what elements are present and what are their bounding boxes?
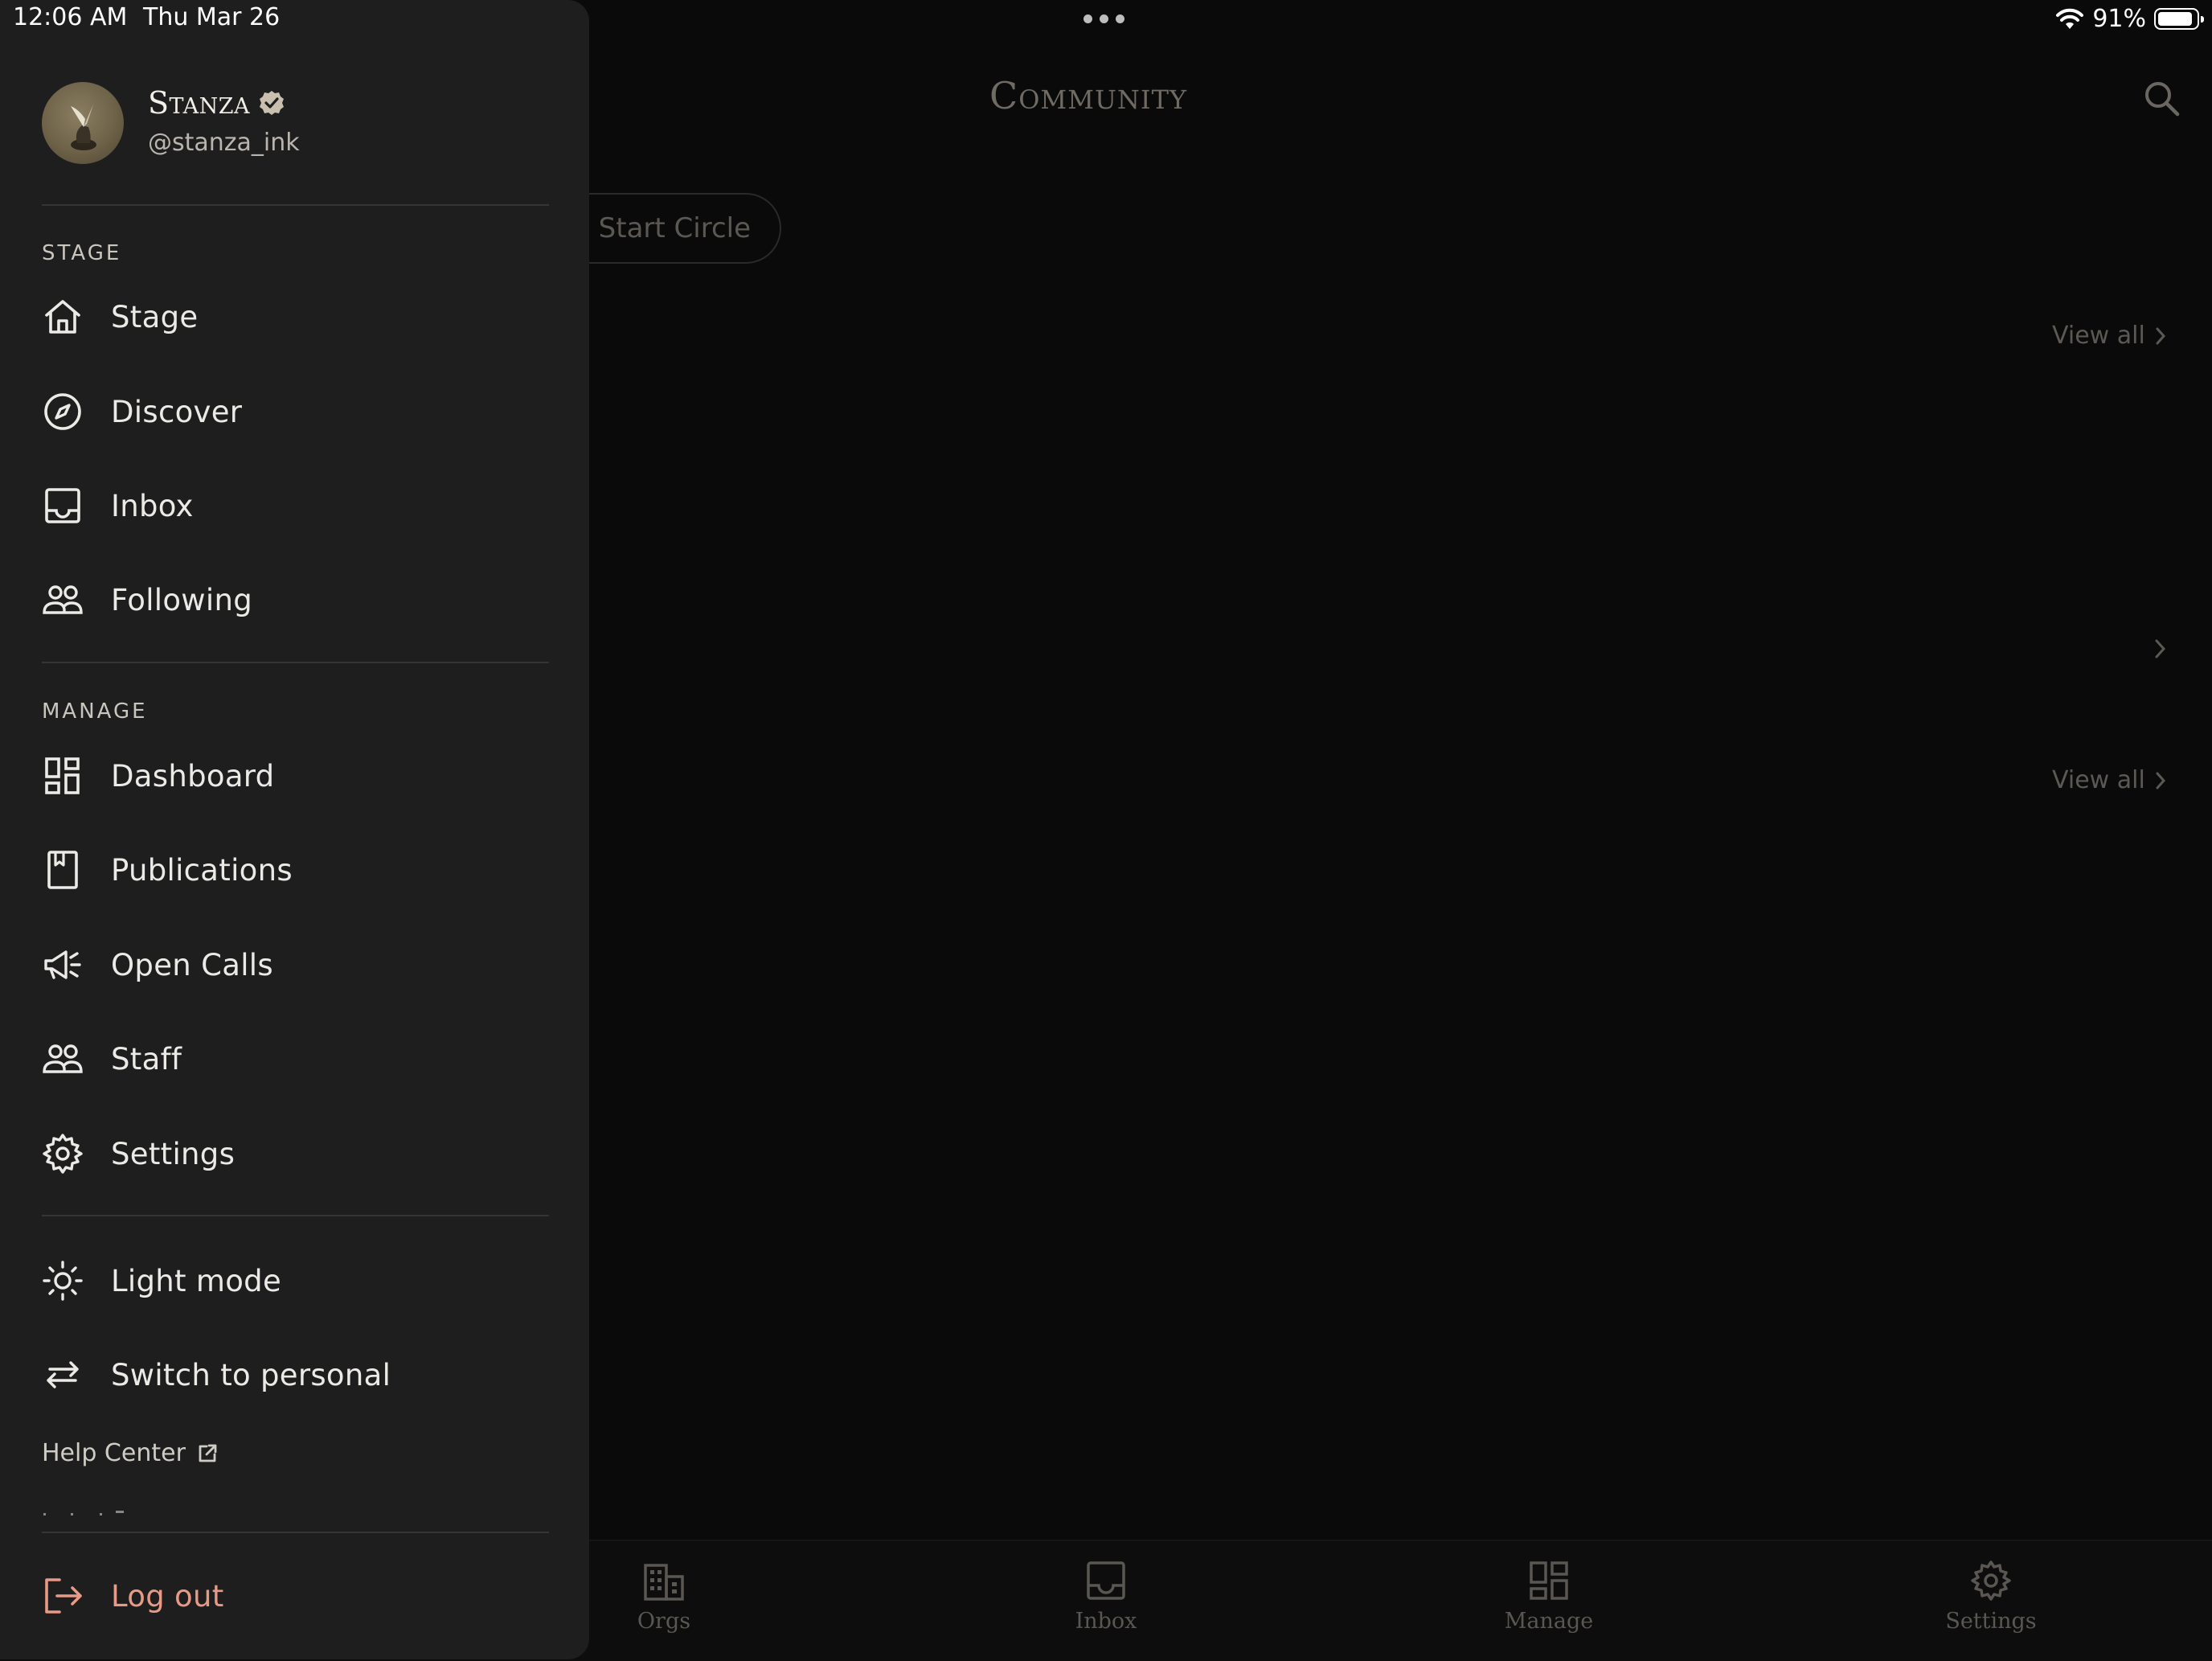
nav-item-label: Following	[111, 582, 252, 617]
avatar[interactable]	[42, 82, 124, 164]
nav-item-open-calls[interactable]: Open Calls	[42, 933, 556, 997]
navigation-drawer: 12:06 AM Thu Mar 26 Stanza @stanza_ink S…	[0, 0, 589, 1659]
divider	[42, 1215, 549, 1216]
help-center-link[interactable]: Help Center	[42, 1439, 218, 1467]
divider	[42, 1532, 549, 1533]
quill-ink-logo-icon	[71, 105, 96, 150]
tab-label: Manage	[1504, 1609, 1594, 1634]
status-time: 12:06 AM	[13, 3, 128, 31]
people-icon	[43, 585, 83, 614]
view-all-link[interactable]: View all	[2052, 322, 2166, 350]
search-button[interactable]	[2140, 77, 2184, 121]
book-icon	[47, 851, 78, 889]
profile-name-text: Stanza	[148, 85, 250, 121]
page-title: Community	[989, 74, 1188, 117]
profile-handle: @stanza_ink	[148, 129, 300, 157]
switch-account-button[interactable]: Switch to personal	[42, 1343, 556, 1407]
multitasking-dots[interactable]	[1083, 14, 1124, 23]
inbox-icon	[1087, 1561, 1125, 1600]
nav-item-discover[interactable]: Discover	[42, 379, 556, 444]
external-link-icon	[199, 1444, 217, 1462]
nav-item-label: Discover	[111, 394, 243, 429]
divider	[42, 204, 549, 206]
start-circle-label: Start Circle	[598, 212, 751, 244]
home-icon	[45, 300, 80, 334]
search-icon	[2145, 82, 2180, 117]
tab-label: Inbox	[1075, 1609, 1137, 1634]
dashboard-icon	[1530, 1561, 1568, 1600]
nav-item-label: Settings	[111, 1136, 236, 1171]
dashboard-icon	[45, 757, 80, 794]
nav-item-dashboard[interactable]: Dashboard	[42, 744, 556, 808]
tab-orgs[interactable]: Orgs	[584, 1559, 744, 1634]
battery-icon	[2154, 8, 2204, 30]
profile-name[interactable]: Stanza	[148, 85, 285, 121]
chevron-right-icon[interactable]	[2154, 638, 2167, 659]
status-indicators: 91%	[2055, 5, 2204, 33]
nav-item-staff[interactable]: Staff	[42, 1027, 556, 1091]
chevron-right-icon	[2156, 327, 2165, 344]
compass-icon	[44, 393, 81, 430]
switch-account-label: Switch to personal	[111, 1357, 391, 1392]
nav-item-label: Stage	[111, 299, 199, 334]
logout-label: Log out	[111, 1578, 224, 1614]
nav-item-label: Open Calls	[111, 947, 273, 982]
inbox-icon	[45, 488, 80, 523]
wifi-icon	[2056, 8, 2084, 29]
gear-icon	[43, 1134, 83, 1174]
view-all-link[interactable]: View all	[2052, 766, 2166, 794]
people-icon	[43, 1044, 83, 1073]
view-all-label: View all	[2052, 322, 2145, 350]
sun-icon	[43, 1261, 83, 1301]
verified-badge-icon	[259, 91, 284, 115]
nav-item-label: Dashboard	[111, 758, 275, 794]
divider	[42, 662, 549, 663]
chevron-right-icon	[2156, 772, 2165, 789]
gear-icon	[1971, 1561, 2011, 1601]
nav-item-label: Publications	[111, 852, 293, 888]
section-label-stage: STAGE	[42, 241, 122, 265]
building-icon	[644, 1564, 684, 1601]
light-mode-toggle[interactable]: Light mode	[42, 1249, 556, 1313]
megaphone-icon	[44, 950, 81, 979]
section-label-manage: MANAGE	[42, 699, 148, 724]
nav-item-inbox[interactable]: Inbox	[42, 474, 556, 538]
logout-icon	[45, 1578, 82, 1614]
status-date: Thu Mar 26	[143, 3, 281, 31]
swap-arrows-icon	[47, 1361, 79, 1388]
nav-item-following[interactable]: Following	[42, 568, 556, 632]
nav-item-label: Inbox	[111, 488, 194, 523]
nav-item-label: Staff	[111, 1041, 182, 1077]
tab-inbox[interactable]: Inbox	[1026, 1559, 1186, 1634]
tab-settings[interactable]: Settings	[1911, 1559, 2071, 1634]
nav-item-stage[interactable]: Stage	[42, 285, 556, 349]
battery-percent: 91%	[2092, 5, 2146, 33]
tab-label: Orgs	[637, 1609, 691, 1634]
tab-manage[interactable]: Manage	[1469, 1559, 1629, 1634]
help-center-label: Help Center	[42, 1439, 186, 1467]
nav-item-publications[interactable]: Publications	[42, 838, 556, 902]
nav-item-settings[interactable]: Settings	[42, 1122, 556, 1186]
logout-button[interactable]: Log out	[42, 1564, 556, 1628]
view-all-label: View all	[2052, 766, 2145, 794]
clipped-list-item	[42, 1510, 138, 1516]
light-mode-label: Light mode	[111, 1263, 282, 1298]
tab-label: Settings	[1945, 1609, 2037, 1634]
